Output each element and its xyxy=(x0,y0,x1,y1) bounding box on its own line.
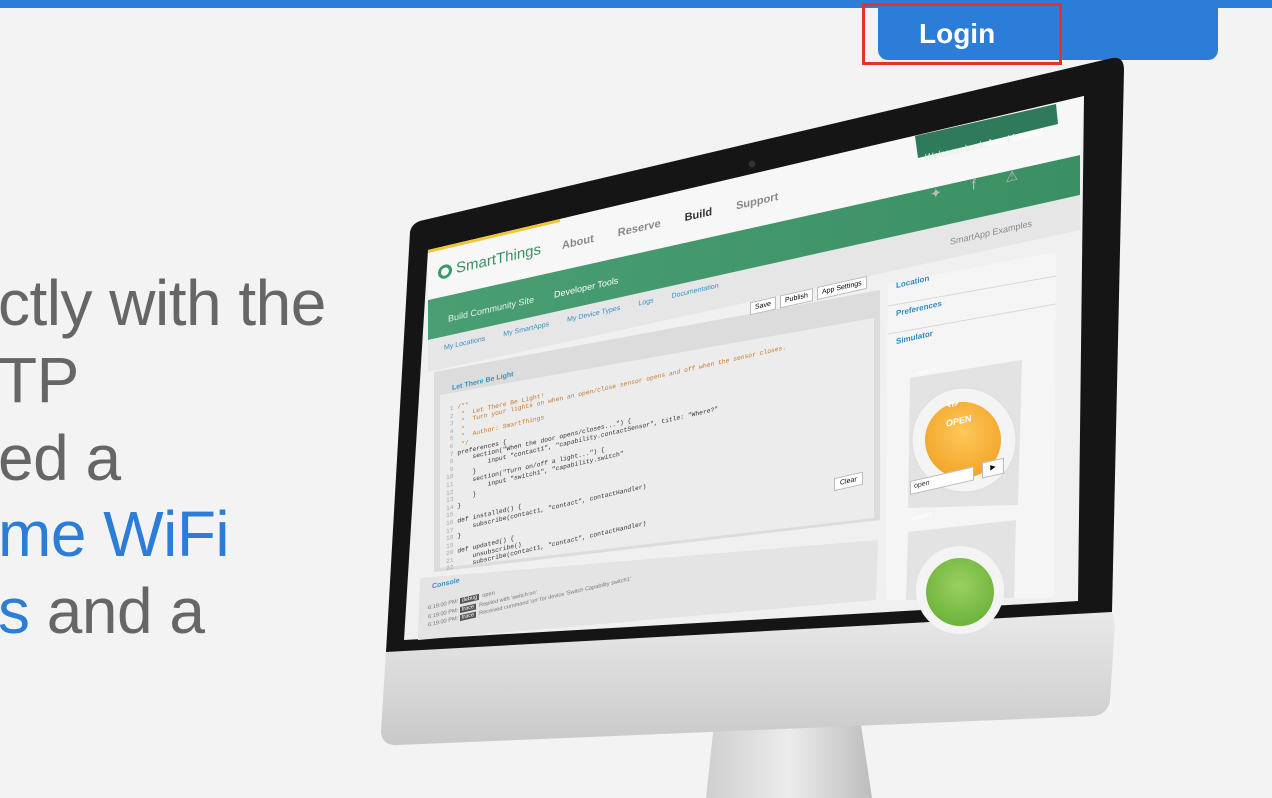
publish-button[interactable]: Publish xyxy=(779,287,813,309)
subnav-developer-tools[interactable]: Developer Tools xyxy=(554,275,618,300)
tab-my-locations[interactable]: My Locations xyxy=(444,335,485,351)
hero-line-5: s and a xyxy=(0,574,205,648)
main-nav: About Reserve Build Support xyxy=(562,191,778,252)
hero-line-4-link[interactable]: me WiFi xyxy=(0,497,230,571)
code-text: } xyxy=(457,501,462,510)
social-icons: ✦ f ⚠ xyxy=(930,166,1018,203)
login-button[interactable]: Login xyxy=(862,3,1062,65)
hero-line-5-text: and a xyxy=(29,575,205,647)
hero-line-5-link[interactable]: s xyxy=(0,575,30,647)
nav-about[interactable]: About xyxy=(562,233,594,252)
hero-line-1: ctly with the xyxy=(0,267,326,339)
editor-toolbar: Save Publish App Settings xyxy=(750,275,867,316)
hero-line-2: TP xyxy=(0,344,79,416)
nav-support[interactable]: Support xyxy=(736,191,778,213)
hero-line-3: ed a xyxy=(0,422,121,494)
tab-my-smartapps[interactable]: My SmartApps xyxy=(503,321,549,338)
play-button[interactable]: ▶ xyxy=(982,457,1004,479)
smartapp-examples-dropdown[interactable]: SmartApp Examples xyxy=(950,218,1032,247)
sidebar-links: Location Preferences Simulator xyxy=(896,262,942,356)
switch-label: switch1 xyxy=(912,511,933,523)
welcome-text: Welcome back, xyxy=(925,138,989,163)
app-settings-button[interactable]: App Settings xyxy=(816,275,867,301)
nav-reserve[interactable]: Reserve xyxy=(618,218,661,240)
line-number: 22 xyxy=(446,563,458,573)
app-title: Let There Be Light xyxy=(452,371,514,393)
clear-button[interactable]: Clear xyxy=(834,471,863,492)
subnav-community[interactable]: Build Community Site xyxy=(448,294,534,324)
tab-documentation[interactable]: Documentation xyxy=(672,282,719,300)
contact-toggle-icon[interactable]: ⇹ xyxy=(946,392,959,415)
brand-name: SmartThings xyxy=(456,240,542,278)
facebook-icon[interactable]: f xyxy=(972,176,976,194)
contact-sensor-label: contact1 xyxy=(914,366,937,379)
save-button[interactable]: Save xyxy=(750,296,776,316)
welcome-bar: Welcome back, ben | Logout xyxy=(925,125,1043,163)
console-tag: trace xyxy=(459,611,477,622)
welcome-user: ben xyxy=(988,134,1005,149)
smartthings-logo: SmartThings xyxy=(438,241,541,281)
state-select[interactable]: open xyxy=(910,466,974,495)
nav-build[interactable]: Build xyxy=(685,206,713,224)
twitter-icon[interactable]: ✦ xyxy=(930,184,942,204)
warning-icon[interactable]: ⚠ xyxy=(1006,166,1019,186)
state-select-value: open xyxy=(914,479,930,491)
logout-link[interactable]: Logout xyxy=(1012,126,1043,143)
smartthings-logo-icon xyxy=(438,262,452,280)
console-label: Console xyxy=(432,577,460,591)
code-text: } xyxy=(457,532,462,540)
console-line: 6:19:00 PM: trace Replied with 'switch:on… xyxy=(428,567,631,622)
tab-my-device-types[interactable]: My Device Types xyxy=(567,305,620,324)
tab-logs[interactable]: Logs xyxy=(638,297,653,307)
open-state-label: OPEN xyxy=(946,412,972,429)
code-editor[interactable]: 1 /** 2 * Let There Be Light! 3 * Turn y… xyxy=(446,329,786,573)
monitor-screen: SmartThings About Reserve Build Support … xyxy=(428,100,1090,650)
